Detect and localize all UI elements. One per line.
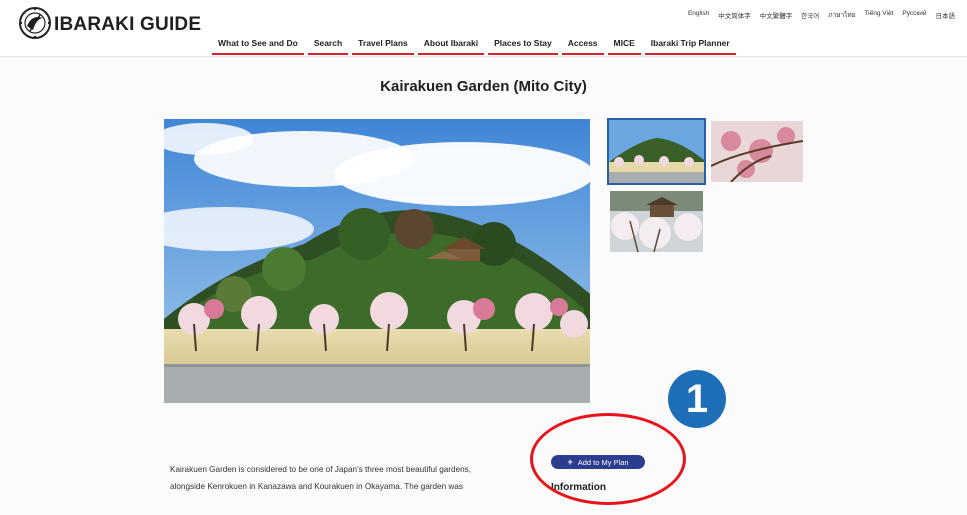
nav-access[interactable]: Access bbox=[561, 36, 604, 55]
site-header: IBARAKI GUIDE English 中文简体字 中文繁體字 한국어 ภา… bbox=[0, 0, 967, 56]
lang-english[interactable]: English bbox=[688, 10, 709, 20]
lang-korean[interactable]: 한국어 bbox=[801, 10, 819, 20]
logo-text: IBARAKI GUIDE bbox=[54, 14, 202, 35]
page-title: Kairakuen Garden (Mito City) bbox=[380, 78, 587, 95]
lang-japanese[interactable]: 日本語 bbox=[936, 10, 956, 20]
nav-travel-plans[interactable]: Travel Plans bbox=[352, 36, 414, 55]
thumbnail-2[interactable] bbox=[711, 121, 803, 182]
ibaraki-emblem-icon bbox=[19, 7, 51, 39]
lang-thai[interactable]: ภาษาไทย bbox=[828, 10, 855, 20]
nav-what-to-see[interactable]: What to See and Do bbox=[212, 36, 304, 55]
header-divider bbox=[0, 56, 967, 57]
annotation-step-badge: 1 bbox=[668, 370, 726, 428]
nav-mice[interactable]: MICE bbox=[607, 36, 641, 55]
nav-trip-planner[interactable]: Ibaraki Trip Planner bbox=[644, 36, 736, 55]
description: Kairakuen Garden is considered to be one… bbox=[170, 461, 520, 495]
annotation-highlight-ellipse bbox=[530, 413, 686, 505]
thumbnail-1[interactable] bbox=[607, 118, 706, 185]
main-photo bbox=[164, 119, 590, 403]
site-logo[interactable]: IBARAKI GUIDE bbox=[18, 6, 201, 40]
lang-simplified-chinese[interactable]: 中文简体字 bbox=[718, 10, 751, 20]
thumbnail-plum-blossoms bbox=[711, 121, 803, 182]
description-line-1: Kairakuen Garden is considered to be one… bbox=[170, 465, 472, 474]
thumbnail-pavilion bbox=[610, 191, 703, 252]
nav-places-to-stay[interactable]: Places to Stay bbox=[488, 36, 558, 55]
nav-about-ibaraki[interactable]: About Ibaraki bbox=[417, 36, 485, 55]
garden-photo bbox=[164, 119, 590, 403]
lang-russian[interactable]: Русский bbox=[902, 10, 926, 20]
language-selector: English 中文简体字 中文繁體字 한국어 ภาษาไทย Tiếng Vi… bbox=[688, 10, 955, 20]
thumbnail-3[interactable] bbox=[610, 191, 703, 252]
lang-traditional-chinese[interactable]: 中文繁體字 bbox=[760, 10, 793, 20]
thumbnail-garden-hill bbox=[609, 120, 704, 183]
nav-search[interactable]: Search bbox=[307, 36, 349, 55]
main-nav: What to See and Do Search Travel Plans A… bbox=[212, 36, 740, 55]
lang-vietnamese[interactable]: Tiếng Việt bbox=[864, 10, 893, 20]
description-line-2: alongside Kenrokuen in Kanazawa and Kour… bbox=[170, 482, 463, 491]
